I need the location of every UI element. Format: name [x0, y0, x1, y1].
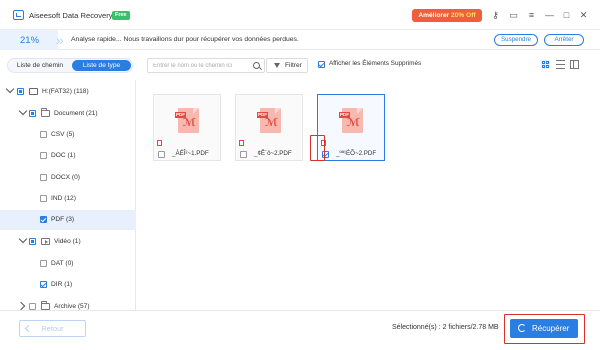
- filter-button[interactable]: Filtrer: [266, 58, 308, 73]
- tree-checkbox[interactable]: [29, 110, 36, 117]
- key-icon[interactable]: ⚷: [490, 10, 501, 21]
- menu-icon[interactable]: ≡: [526, 10, 537, 21]
- tree-item-docx[interactable]: DOCX (0): [0, 168, 136, 188]
- file-grid: PDF ℳ _ÀÉÎ²~1.PDF PDF ℳ _¢Ê´ô~2.PDF PDF ℳ _…: [137, 80, 600, 310]
- scan-status-text: Analyse rapide... Nous travaillons dur p…: [71, 36, 299, 43]
- tree-item-drive[interactable]: H:(FAT32) (118): [0, 82, 136, 102]
- tree-checkbox[interactable]: [17, 88, 24, 95]
- tree-item-document[interactable]: Document (21): [0, 104, 136, 124]
- pause-button[interactable]: Suspendre: [494, 34, 538, 46]
- tree-item-label: PDF (3): [51, 216, 75, 223]
- footer-bar: Retour Sélectionné(s) : 2 fichiers/2.78 …: [0, 310, 600, 350]
- tree-item-csv[interactable]: CSV (5): [0, 125, 136, 145]
- tree-item-label: DIR (1): [51, 281, 73, 288]
- file-name: _ÀÉÎ²~1.PDF: [172, 150, 209, 157]
- tree-checkbox[interactable]: [29, 303, 36, 310]
- type-tree-sidebar: H:(FAT32) (118) Document (21) CSV (5) DO…: [0, 80, 136, 311]
- chat-icon[interactable]: ▭: [508, 10, 519, 21]
- tree-item-label: IND (12): [51, 195, 76, 202]
- file-card[interactable]: PDF ℳ _¢Ê´ô~2.PDF: [235, 94, 303, 161]
- chevron-down-icon[interactable]: [18, 234, 28, 244]
- show-deleted-label: Afficher les Éléments Supprimés: [329, 60, 422, 67]
- arrow-left-icon: [24, 324, 33, 333]
- back-label: Retour: [41, 324, 64, 333]
- chevron-right-icon[interactable]: [16, 301, 26, 311]
- folder-icon: [41, 108, 50, 117]
- tree-checkbox[interactable]: [40, 281, 47, 288]
- tree-item-label: Document (21): [54, 110, 98, 117]
- filter-icon: [274, 63, 280, 68]
- tree-item-label: H:(FAT32) (118): [42, 88, 89, 95]
- folder-icon: [41, 301, 50, 310]
- tab-path-list[interactable]: Liste de chemin: [10, 60, 70, 71]
- deleted-trash-icon: [239, 140, 244, 146]
- drive-icon: [29, 88, 38, 95]
- tree-item-label: CSV (5): [51, 131, 75, 138]
- upgrade-label: Améliorer: [418, 12, 450, 19]
- file-card-selected[interactable]: PDF ℳ _ºª¹ÉÕ~2.PDF: [317, 94, 385, 161]
- deleted-trash-icon: [157, 140, 162, 146]
- detail-view-icon[interactable]: [570, 60, 579, 69]
- scan-progress-bar: 21% » Analyse rapide... Nous travaillons…: [0, 30, 600, 50]
- search-input[interactable]: [153, 61, 249, 71]
- file-checkbox[interactable]: [240, 151, 247, 158]
- file-name: _ºª¹ÉÕ~2.PDF: [336, 150, 377, 157]
- selection-summary: Sélectionné(s) : 2 fichiers/2.78 MB: [392, 324, 499, 331]
- upgrade-discount: 20% Off: [451, 12, 476, 19]
- tree-checkbox[interactable]: [40, 216, 47, 223]
- tree-item-label: DOC (1): [51, 152, 76, 159]
- file-name: _¢Ê´ô~2.PDF: [254, 150, 292, 157]
- highlight-annotation: [310, 135, 325, 161]
- tree-item-label: DOCX (0): [51, 174, 80, 181]
- tree-item-doc[interactable]: DOC (1): [0, 146, 136, 166]
- tree-checkbox[interactable]: [40, 174, 47, 181]
- tree-item-label: DAT (0): [51, 260, 74, 267]
- tree-item-pdf[interactable]: PDF (3): [0, 210, 136, 230]
- pdf-file-icon: PDF ℳ: [257, 108, 281, 133]
- maximize-icon[interactable]: □: [561, 10, 572, 21]
- tree-checkbox[interactable]: [40, 260, 47, 267]
- list-mode-tabs: Liste de chemin Liste de type: [7, 58, 133, 73]
- tree-checkbox[interactable]: [40, 131, 47, 138]
- progress-percent-box: 21%: [0, 30, 58, 50]
- file-checkbox[interactable]: [158, 151, 165, 158]
- tree-checkbox[interactable]: [29, 238, 36, 245]
- app-logo-icon: [13, 10, 24, 20]
- highlight-annotation: [504, 314, 585, 344]
- free-badge: Free: [112, 11, 130, 20]
- pdf-file-icon: PDF ℳ: [175, 108, 199, 133]
- tree-checkbox[interactable]: [40, 152, 47, 159]
- tree-item-label: Archive (57): [54, 303, 90, 310]
- stop-button[interactable]: Arrêter: [544, 34, 584, 46]
- search-box: [147, 58, 265, 73]
- grid-view-icon[interactable]: [541, 60, 550, 69]
- video-icon: [41, 238, 50, 245]
- close-icon[interactable]: ✕: [578, 10, 589, 21]
- filter-label: Filtrer: [285, 62, 302, 69]
- back-button[interactable]: Retour: [19, 320, 86, 337]
- tree-item-video[interactable]: Vidéo (1): [0, 232, 136, 252]
- app-title: Aiseesoft Data Recovery: [29, 11, 113, 20]
- chevron-right-icon: »: [56, 32, 64, 48]
- tree-item-ind[interactable]: IND (12): [0, 189, 136, 209]
- tree-item-label: Vidéo (1): [54, 238, 81, 245]
- tree-item-archive[interactable]: Archive (57): [0, 297, 136, 311]
- tree-item-dat[interactable]: DAT (0): [0, 254, 136, 274]
- progress-percent: 21%: [20, 35, 40, 46]
- tree-item-dir[interactable]: DIR (1): [0, 275, 136, 295]
- tab-type-list[interactable]: Liste de type: [72, 60, 131, 71]
- tree-checkbox[interactable]: [40, 195, 47, 202]
- search-icon[interactable]: [253, 62, 260, 69]
- show-deleted-checkbox[interactable]: [318, 61, 325, 68]
- file-card[interactable]: PDF ℳ _ÀÉÎ²~1.PDF: [153, 94, 221, 161]
- chevron-down-icon[interactable]: [18, 106, 28, 116]
- list-view-icon[interactable]: [556, 60, 565, 69]
- pdf-file-icon: PDF ℳ: [339, 108, 363, 133]
- title-bar: Aiseesoft Data Recovery Free Améliorer 2…: [0, 0, 600, 30]
- minimize-icon[interactable]: —: [544, 10, 555, 21]
- chevron-down-icon[interactable]: [5, 84, 15, 94]
- upgrade-button[interactable]: Améliorer 20% Off: [412, 9, 482, 22]
